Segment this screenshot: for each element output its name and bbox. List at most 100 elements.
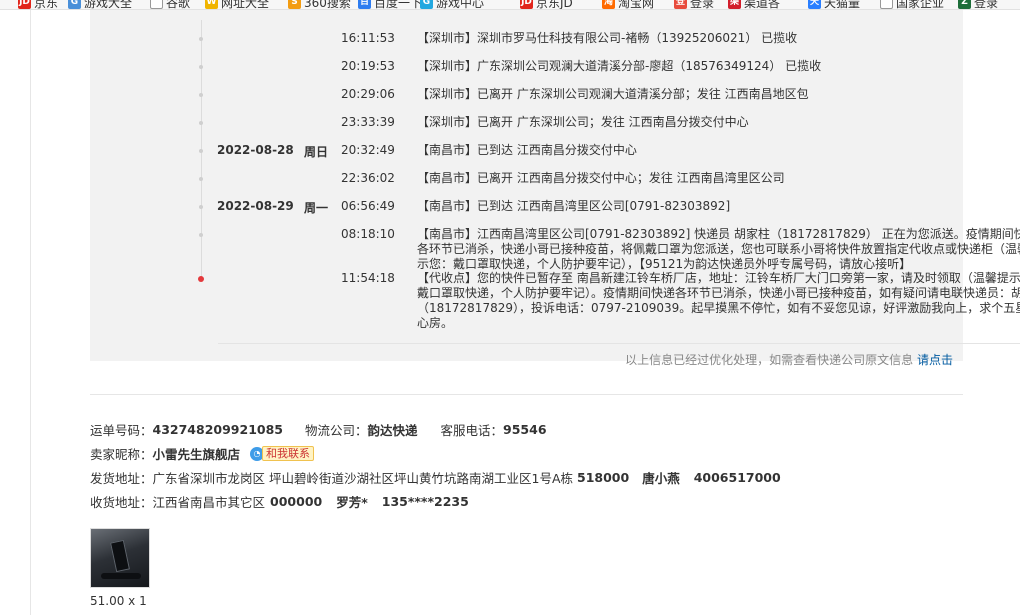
bookmark-label: 淘宝网 [618, 0, 655, 10]
product-thumbnail[interactable] [90, 528, 150, 588]
ship-from-address: 广东省深圳市龙岗区 坪山碧岭街道沙湖社区坪山黄竹坑路南湖工业区1号A栋 [152, 471, 573, 486]
taobao-icon: 淘 [602, 0, 615, 9]
event-time: 06:56:49 [341, 199, 395, 213]
event-description: 【南昌市】已离开 江西南昌分拨交付中心；发往 江西南昌湾里区公司 [417, 171, 785, 185]
product-base-shape [101, 573, 141, 579]
event-time: 23:33:39 [341, 115, 395, 129]
page2-icon [880, 0, 893, 9]
bookmarks-bar: JD 京东 G 游戏大全 谷歌 W 网址大全 S 360搜索百百度一下 G 游戏中心 JD 京东JD 淘淘… [0, 0, 1020, 10]
bookmark-7[interactable]: JD 京东JD [520, 0, 573, 10]
waybill-label: 运单号码： [90, 423, 153, 438]
event-description: 【南昌市】已到达 江西南昌湾里区公司[0791-82303892] [417, 199, 731, 213]
waybill-number: 432748209921085 [152, 422, 283, 437]
bookmark-6[interactable]: G 游戏中心 [420, 0, 485, 10]
event-time: 08:18:10 [341, 227, 395, 241]
ship-from-name: 唐小燕 [642, 471, 680, 486]
product-quantity: 51.00 x 1 [90, 594, 147, 608]
bookmark-12[interactable]: 国家企业 [880, 0, 945, 10]
tracking-note-text: 以上信息已经过优化处理，如需查看快递公司原文信息 [625, 353, 914, 367]
event-description: 【深圳市】已离开 广东深圳公司观澜大道清溪分部；发往 江西南昌地区包 [417, 87, 809, 101]
timeline-dot [199, 37, 203, 41]
timeline-dot [199, 205, 203, 209]
contact-seller-button[interactable]: ◔ 和我联系 [250, 446, 315, 461]
event-time: 20:19:53 [341, 59, 395, 73]
bookmark-label: 渠道各 [744, 0, 781, 10]
timeline-dot-current [198, 276, 204, 282]
original-info-link[interactable]: 请点击 [917, 353, 953, 367]
bookmark-label: 登录 [974, 0, 999, 10]
seller-row: 卖家昵称： 小雷先生旗舰店 ◔ 和我联系 [90, 444, 315, 463]
channel-icon: 渠 [728, 0, 741, 9]
bookmark-label: 国家企业 [896, 0, 945, 10]
search360-icon: S [288, 0, 301, 9]
ship-to-phone: 135****2235 [381, 494, 469, 509]
bookmark-5[interactable]: 百百度一下 [358, 0, 423, 10]
event-date: 2022-08-29 [217, 199, 294, 213]
timeline-dot [199, 149, 203, 153]
bookmark-10[interactable]: 渠渠道各 [728, 0, 781, 10]
tracking-panel: 以上信息已经过优化处理，如需查看快递公司原文信息 请点击 16:11:53 【深圳… [90, 10, 1020, 367]
bookmark-label: 百度一下 [374, 0, 423, 10]
service-phone-label: 客服电话： [440, 423, 504, 438]
event-time: 11:54:18 [341, 271, 395, 285]
product-stand-shape [110, 539, 130, 573]
event-description: 【深圳市】广东深圳公司观澜大道清溪分部-廖超（18576349124） 已揽收 [417, 59, 822, 73]
baidu-icon: 百 [358, 0, 371, 9]
bookmark-2[interactable]: 谷歌 [150, 0, 191, 10]
page-left-border [30, 10, 31, 615]
event-weekday: 周一 [304, 201, 329, 215]
event-time: 22:36:02 [341, 171, 395, 185]
bookmark-0[interactable]: JD 京东 [18, 0, 59, 10]
timeline-dot [199, 65, 203, 69]
bookmark-label: 天猫量 [824, 0, 861, 10]
event-date: 2022-08-28 [217, 143, 294, 157]
timeline-dot [199, 93, 203, 97]
bookmark-4[interactable]: S 360搜索 [288, 0, 351, 10]
bookmark-label: 360搜索 [304, 0, 351, 10]
event-description: 【南昌市】江西南昌湾里区公司[0791-82303892] 快递员 胡家柱（18… [417, 227, 1020, 271]
bookmark-9[interactable]: 登登录 [674, 0, 714, 9]
ship-from-label: 发货地址： [90, 471, 153, 486]
bookmark-label: 游戏中心 [436, 0, 485, 10]
event-weekday: 周日 [304, 145, 329, 159]
bookmark-label: 京东 [34, 0, 59, 10]
event-description: 【代收点】您的快件已暂存至 南昌新建江铃车桥厂店，地址：江铃车桥厂大门口旁第一家… [417, 271, 1020, 330]
carrier-name: 韵达快递 [367, 423, 418, 438]
timeline-dot [199, 121, 203, 125]
event-description: 【深圳市】深圳市罗马仕科技有限公司-褚畅（13925206021） 已揽收 [417, 31, 798, 45]
ship-to-address: 江西省南昌市其它区 [152, 495, 266, 510]
ship-from-zip: 518000 [577, 470, 630, 485]
timeline-dot [199, 177, 203, 181]
page-icon [150, 0, 163, 9]
bookmark-label: 京东JD [536, 0, 573, 10]
service-phone: 95546 [503, 422, 547, 437]
event-description: 【深圳市】已离开 广东深圳公司；发往 江西南昌分拨交付中心 [417, 115, 749, 129]
seller-name: 小雷先生旗舰店 [152, 447, 241, 462]
bookmark-1[interactable]: G 游戏大全 [68, 0, 133, 10]
game-icon: G [68, 0, 81, 9]
timeline-dot [199, 233, 203, 237]
bookmark-11[interactable]: 天天猫量 [808, 0, 861, 10]
ship-to-zip: 000000 [270, 494, 323, 509]
login-icon: 登 [674, 0, 687, 9]
bookmark-8[interactable]: 淘淘宝网 [602, 0, 655, 10]
bookmark-label: 游戏大全 [84, 0, 133, 10]
ship-from-row: 发货地址： 广东省深圳市龙岗区 坪山碧岭街道沙湖社区坪山黄竹坑路南湖工业区1号A… [90, 468, 781, 487]
carrier-label: 物流公司： [304, 423, 368, 438]
jd-icon: JD [18, 0, 31, 9]
bookmark-label: 网址大全 [221, 0, 270, 10]
seller-label: 卖家昵称： [90, 447, 153, 462]
bookmark-3[interactable]: W 网址大全 [205, 0, 270, 10]
event-description: 【南昌市】已到达 江西南昌分拨交付中心 [417, 143, 637, 157]
bookmark-label: 谷歌 [166, 0, 191, 10]
event-time: 20:29:06 [341, 87, 395, 101]
event-time: 20:32:49 [341, 143, 395, 157]
section-divider [90, 394, 963, 395]
event-time: 16:11:53 [341, 31, 395, 45]
tracking-divider [218, 343, 1020, 344]
bookmark-13[interactable]: Z 登录 [958, 0, 999, 10]
ship-from-phone: 4006517000 [693, 470, 781, 485]
contact-seller-label: 和我联系 [262, 446, 315, 461]
gamecenter-icon: G [420, 0, 433, 9]
ship-to-row: 收货地址： 江西省南昌市其它区 000000 罗芳* 135****2235 [90, 492, 469, 511]
